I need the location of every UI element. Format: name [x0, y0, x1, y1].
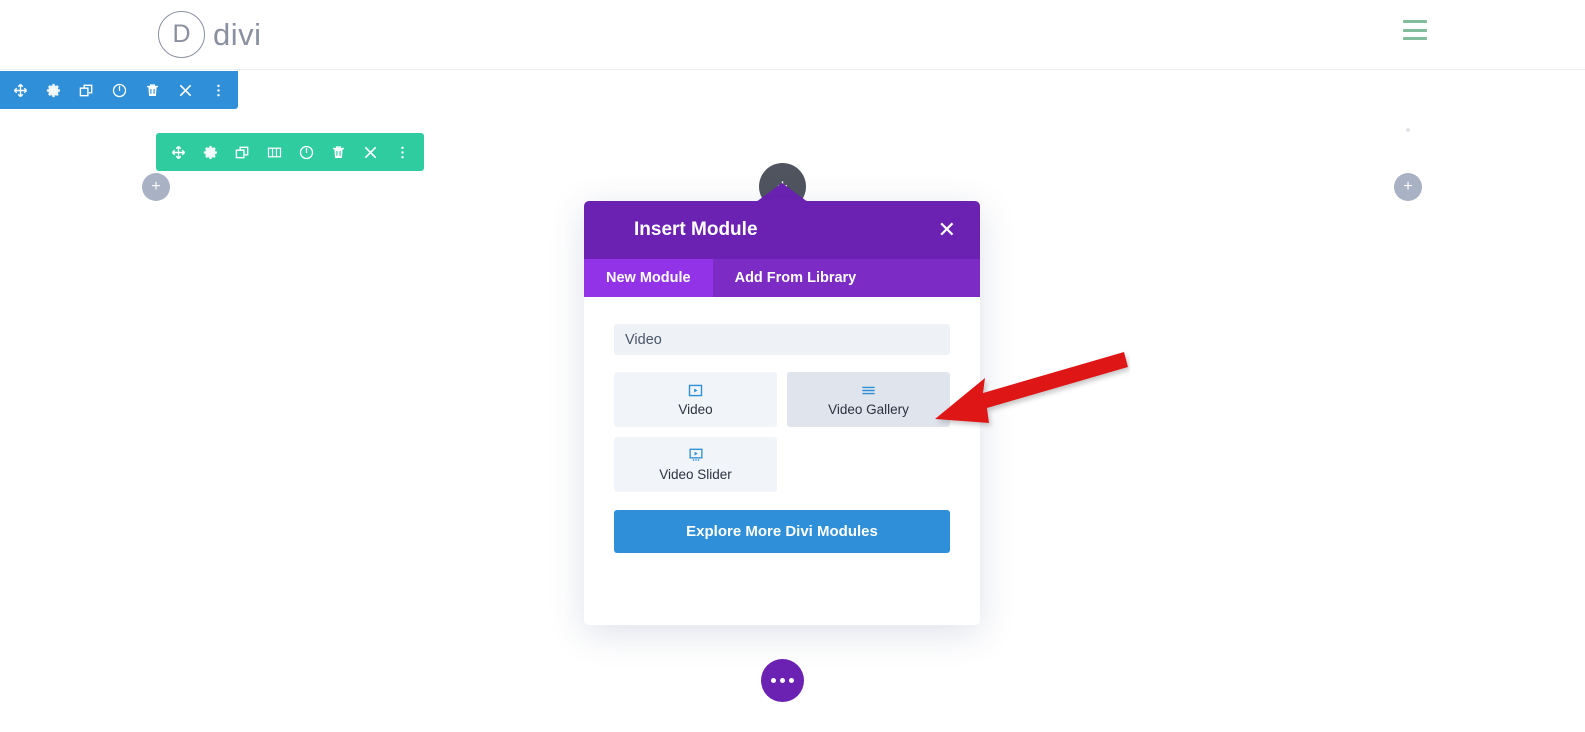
module-tile-video[interactable]: Video — [614, 372, 777, 427]
disable-power-icon[interactable] — [111, 82, 127, 98]
row-toolbar[interactable] — [156, 133, 424, 171]
menu-bar-3 — [1403, 37, 1427, 40]
hamburger-menu-icon[interactable] — [1403, 20, 1427, 40]
settings-gear-icon[interactable] — [202, 144, 218, 160]
modal-title: Insert Module — [634, 219, 758, 240]
settings-gear-icon[interactable] — [45, 82, 61, 98]
explore-more-modules-button[interactable]: Explore More Divi Modules — [614, 510, 950, 553]
video-play-box-icon — [687, 382, 705, 398]
module-tile-label: Video — [678, 402, 713, 417]
dot-2 — [780, 678, 785, 683]
close-x-icon[interactable] — [177, 82, 193, 98]
logo-mark-icon: D — [158, 11, 205, 58]
duplicate-icon[interactable] — [78, 82, 94, 98]
module-tile-video-gallery[interactable]: Video Gallery — [787, 372, 950, 427]
dot-1 — [771, 678, 776, 683]
close-x-icon[interactable] — [362, 144, 378, 160]
brand-logo[interactable]: D divi — [158, 11, 262, 58]
disable-power-icon[interactable] — [298, 144, 314, 160]
duplicate-icon[interactable] — [234, 144, 250, 160]
column-structure-icon[interactable] — [266, 144, 282, 160]
modal-tabs: New Module Add From Library — [584, 259, 980, 297]
menu-bar-2 — [1403, 28, 1427, 32]
module-tile-video-slider[interactable]: Video Slider — [614, 437, 777, 492]
more-options-icon[interactable] — [210, 82, 226, 98]
module-tile-label: Video Slider — [659, 467, 732, 482]
modal-header: Insert Module ✕ — [584, 201, 980, 259]
modal-body: Video Video Gallery — [584, 297, 980, 625]
dot-3 — [789, 678, 794, 683]
logo-wordmark: divi — [213, 17, 262, 52]
decorative-dot — [1406, 128, 1410, 132]
page-settings-button[interactable] — [761, 659, 804, 702]
tab-new-module[interactable]: New Module — [584, 259, 713, 297]
add-row-button-left[interactable]: + — [142, 173, 170, 201]
move-icon[interactable] — [12, 82, 28, 98]
module-grid: Video Video Gallery Video Slider — [614, 372, 950, 492]
section-toolbar[interactable] — [0, 71, 238, 109]
video-gallery-list-icon — [860, 382, 878, 398]
menu-bar-1 — [1403, 20, 1427, 23]
module-tile-label: Video Gallery — [828, 402, 909, 417]
close-icon[interactable]: ✕ — [938, 219, 956, 241]
tab-add-from-library[interactable]: Add From Library — [713, 259, 879, 297]
video-slider-icon — [687, 447, 705, 463]
add-row-button-right[interactable]: + — [1394, 173, 1422, 201]
site-header: D divi — [0, 0, 1585, 70]
more-options-icon[interactable] — [394, 144, 410, 160]
delete-trash-icon[interactable] — [330, 144, 346, 160]
move-icon[interactable] — [170, 144, 186, 160]
insert-module-modal: Insert Module ✕ New Module Add From Libr… — [584, 201, 980, 625]
delete-trash-icon[interactable] — [144, 82, 160, 98]
search-input[interactable] — [614, 324, 950, 355]
